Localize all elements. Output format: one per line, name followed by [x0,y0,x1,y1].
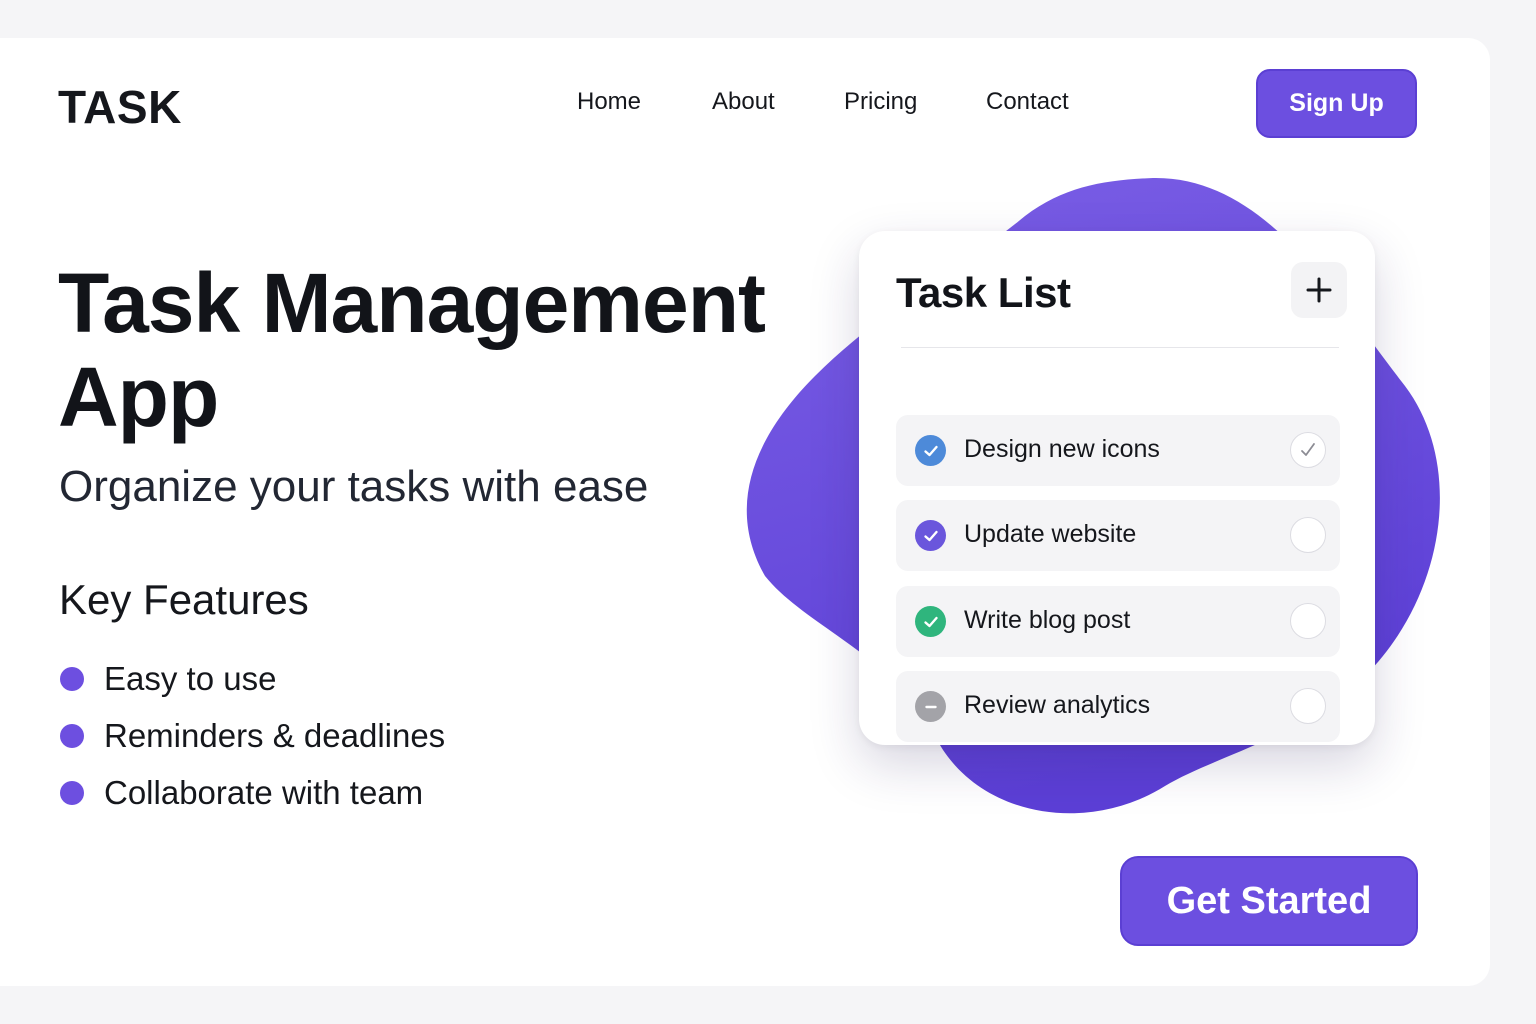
task-checkbox[interactable] [1290,603,1326,639]
task-label: Write blog post [964,606,1131,634]
feature-label: Collaborate with team [104,773,424,811]
task-label: Design new icons [964,435,1160,463]
check-circle-icon [915,435,946,466]
logo[interactable]: TASK [58,80,182,134]
minus-circle-icon [915,691,946,722]
task-checkbox[interactable] [1290,432,1326,468]
task-checkbox[interactable] [1290,517,1326,553]
check-circle-icon [915,606,946,637]
check-circle-icon [915,520,946,551]
plus-icon [1306,277,1332,303]
task-row[interactable]: Design new icons [896,415,1340,486]
task-checkbox[interactable] [1290,688,1326,724]
landing-page: TASK Home About Pricing Contact Sign Up … [0,38,1490,986]
feature-label: Easy to use [104,659,277,697]
task-row[interactable]: Review analytics [896,671,1340,742]
nav-link-home[interactable]: Home [577,88,641,116]
divider [901,347,1339,348]
nav-link-about[interactable]: About [712,88,775,116]
feature-label: Reminders & deadlines [104,716,446,754]
checkmark-icon [1301,443,1315,456]
sign-up-button[interactable]: Sign Up [1256,69,1417,138]
task-list-card: Task List Design new icons Update websit… [859,231,1375,745]
feature-list: Easy to use Reminders & deadlines Collab… [60,650,445,821]
feature-item: Easy to use [60,650,445,707]
nav-link-pricing[interactable]: Pricing [844,88,917,116]
bullet-dot-icon [60,666,84,691]
task-row[interactable]: Write blog post [896,586,1340,657]
hero-title: Task Management App [58,256,766,444]
feature-item: Reminders & deadlines [60,707,445,764]
task-row[interactable]: Update website [896,500,1340,571]
get-started-button[interactable]: Get Started [1120,856,1418,946]
hero-subtitle: Organize your tasks with ease [59,462,649,511]
bullet-dot-icon [60,723,84,748]
task-list-title: Task List [896,269,1071,316]
bullet-dot-icon [60,780,84,805]
features-heading: Key Features [59,576,309,623]
add-task-button[interactable] [1291,262,1347,318]
task-label: Review analytics [964,691,1151,719]
feature-item: Collaborate with team [60,764,445,821]
task-label: Update website [964,520,1137,548]
nav-link-contact[interactable]: Contact [986,88,1069,116]
